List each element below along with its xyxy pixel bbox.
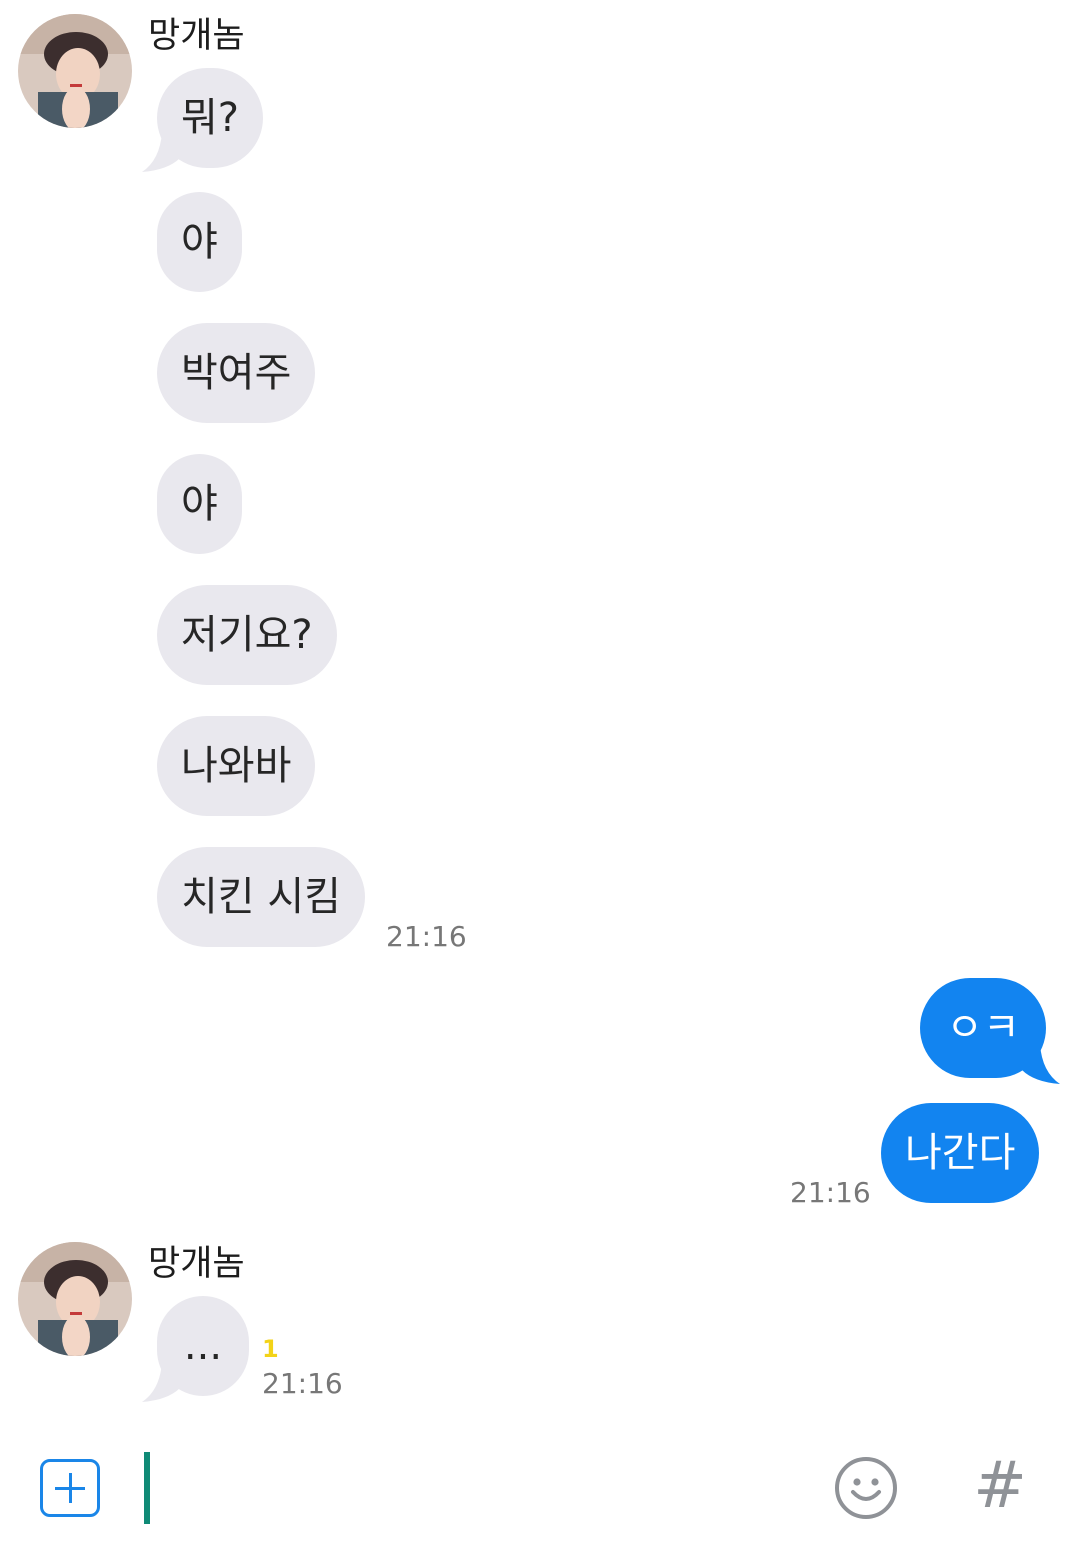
sender-avatar[interactable]	[18, 14, 132, 128]
message-time: 21:16	[386, 920, 467, 953]
message-bubble-out[interactable]: 나간다	[881, 1103, 1040, 1203]
message-input[interactable]	[160, 1450, 804, 1528]
message-bubble[interactable]: 저기요?	[157, 585, 337, 685]
message-bubble[interactable]: 나와바	[157, 716, 316, 816]
message-bubble[interactable]: 야	[157, 454, 242, 554]
message-bubble[interactable]: 치킨 시킴	[157, 847, 365, 947]
message-bubble[interactable]: 뭐?	[157, 68, 264, 168]
plus-square-icon[interactable]	[40, 1459, 100, 1517]
unread-count: 1	[262, 1335, 279, 1363]
hash-icon[interactable]: #	[972, 1451, 1028, 1521]
message-time: 21:16	[262, 1367, 343, 1400]
message-bubble[interactable]: ...	[157, 1296, 249, 1396]
text-cursor	[144, 1452, 150, 1524]
sender-name: 망개놈	[148, 16, 245, 56]
sender-name: 망개놈	[148, 1244, 245, 1284]
bubble-tail-out	[1022, 1044, 1060, 1084]
sender-avatar[interactable]	[18, 1242, 132, 1356]
smiley-icon[interactable]	[833, 1455, 899, 1521]
message-bubble[interactable]: 야	[157, 192, 242, 292]
compose-bar: #	[0, 1425, 1080, 1560]
message-bubble[interactable]: 박여주	[157, 323, 316, 423]
message-time: 21:16	[790, 1176, 871, 1209]
